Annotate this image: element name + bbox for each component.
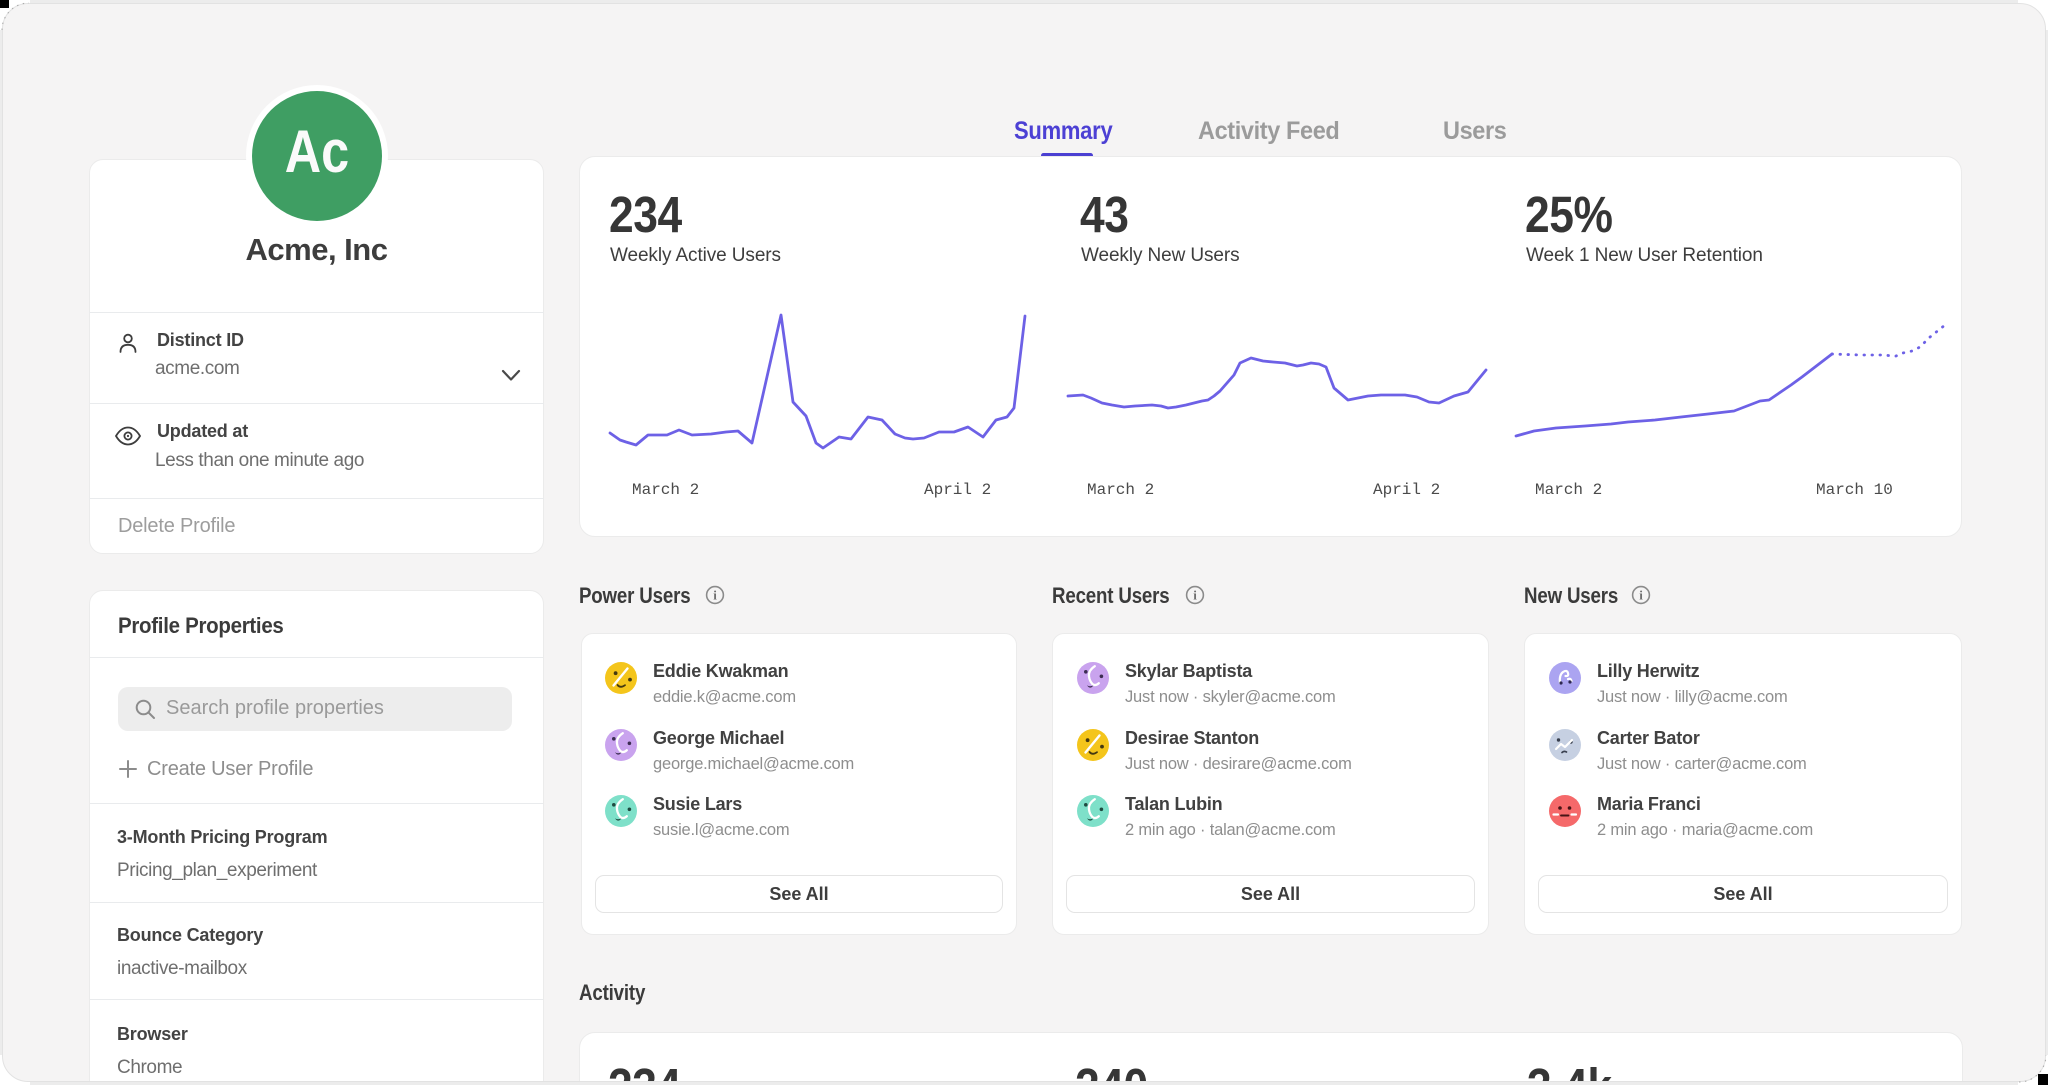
svg-text:i: i bbox=[1639, 588, 1643, 603]
svg-text:i: i bbox=[713, 588, 717, 603]
svg-text:i: i bbox=[1193, 588, 1197, 603]
